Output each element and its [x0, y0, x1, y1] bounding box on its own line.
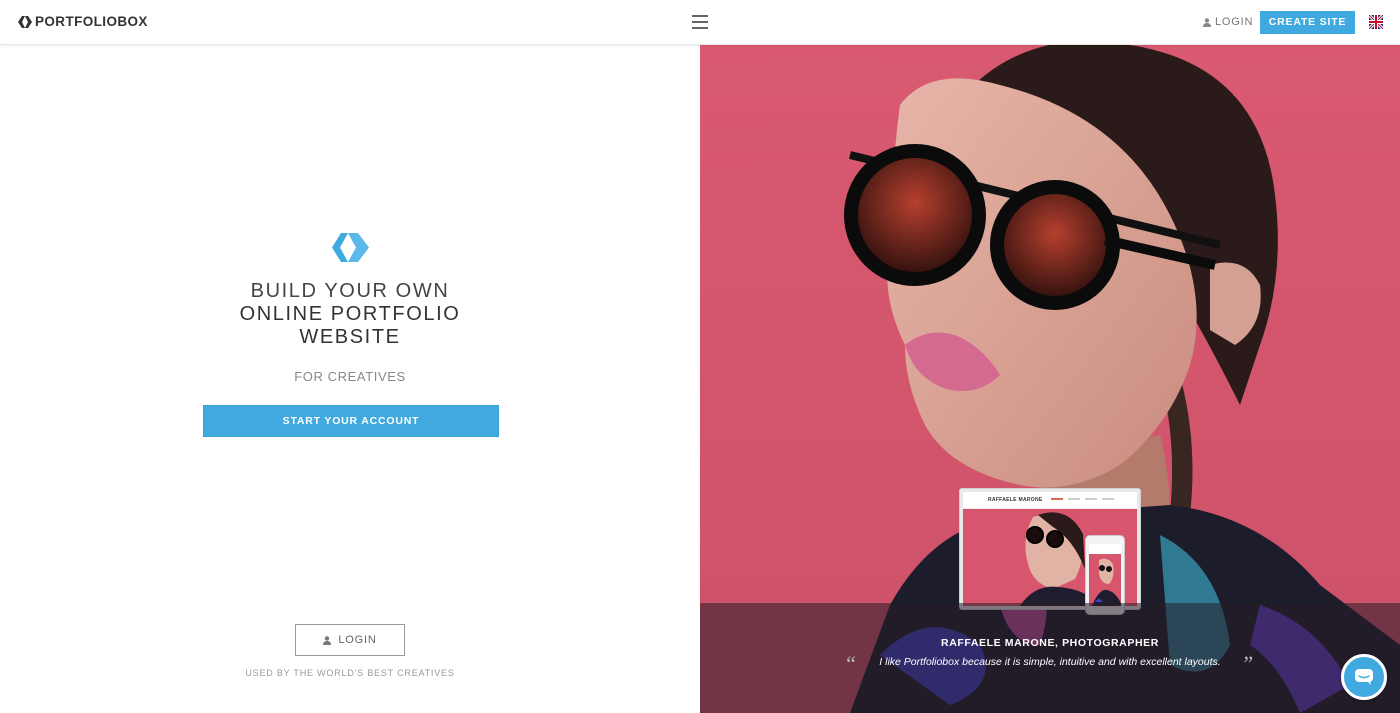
- portfoliobox-logo-icon: [332, 233, 369, 262]
- headline-line1: BUILD YOUR OWN: [250, 280, 450, 302]
- portfoliobox-logo-icon: [18, 15, 32, 28]
- brand-logo[interactable]: PORTFOLIOBOX: [18, 14, 148, 29]
- headline-line2: ONLINE PORTFOLIO: [239, 303, 461, 325]
- uk-flag-icon[interactable]: [1369, 15, 1383, 29]
- top-navbar: PORTFOLIOBOX LOGIN CREATE SITE: [0, 0, 1400, 45]
- user-icon: [1203, 17, 1211, 27]
- close-quote-mark: ”: [1241, 651, 1254, 676]
- login-button[interactable]: LOGIN: [295, 624, 405, 656]
- brand-name: PORTFOLIOBOX: [35, 14, 148, 29]
- testimonial-author: RAFFAELE MARONE, PHOTOGRAPHER: [941, 637, 1159, 649]
- hamburger-menu-icon[interactable]: [692, 15, 708, 29]
- header-login-label: LOGIN: [1215, 16, 1254, 28]
- used-by-text: USED BY THE WORLD'S BEST CREATIVES: [245, 668, 455, 678]
- login-button-label: LOGIN: [338, 634, 377, 646]
- mockup-brand-text: RAFFAELE MARONE: [988, 497, 1043, 503]
- chat-button[interactable]: [1341, 654, 1387, 700]
- testimonial-quote: I like Portfoliobox because it is simple…: [879, 656, 1221, 668]
- subheadline: FOR CREATIVES: [294, 369, 406, 384]
- left-panel: BUILD YOUR OWN ONLINE PORTFOLIO WEBSITE …: [0, 45, 700, 713]
- headline-line3: WEBSITE: [299, 326, 401, 348]
- hero-panel: RAFFAELE MARONE RAFFAELE MARONE, PHOTOGR…: [700, 45, 1400, 713]
- user-icon: [323, 635, 332, 645]
- chat-bubble-icon: [1355, 669, 1373, 685]
- start-account-button[interactable]: START YOUR ACCOUNT: [203, 405, 499, 437]
- create-site-button[interactable]: CREATE SITE: [1260, 11, 1355, 34]
- header-login-link[interactable]: LOGIN: [1203, 16, 1253, 28]
